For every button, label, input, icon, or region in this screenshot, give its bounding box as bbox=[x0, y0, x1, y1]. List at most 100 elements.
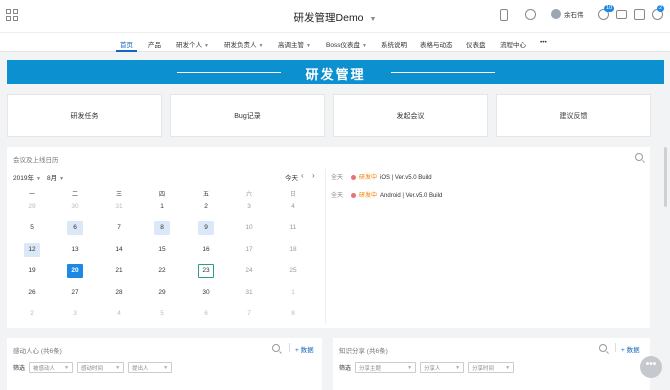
top-bar: 研发管理Demo ▼ 余石伟 10 2 bbox=[0, 0, 670, 32]
calendar-day[interactable]: 4 bbox=[285, 200, 301, 214]
calendar-day[interactable]: 16 bbox=[198, 243, 214, 257]
calendar-day[interactable]: 31 bbox=[111, 200, 127, 214]
calendar-day[interactable]: 9 bbox=[198, 221, 214, 235]
filter-select[interactable]: 分享人 ▼ bbox=[420, 362, 465, 373]
quick-feedback[interactable]: 建议反馈 bbox=[496, 94, 651, 137]
calendar-day[interactable]: 24 bbox=[241, 264, 257, 278]
calendar-day[interactable]: 31 bbox=[241, 286, 257, 300]
filter-select[interactable]: 分享时间 ▼ bbox=[468, 362, 515, 373]
page-scrollbar[interactable] bbox=[664, 147, 667, 207]
year-select[interactable]: 2019年 ▼ bbox=[13, 172, 41, 182]
calendar-day[interactable]: 8 bbox=[154, 221, 170, 235]
calendar-day[interactable]: 5 bbox=[154, 307, 170, 321]
add-data-button[interactable]: + 数据 bbox=[295, 344, 314, 354]
calendar-day[interactable]: 6 bbox=[67, 221, 83, 235]
calendar-day[interactable]: 7 bbox=[241, 307, 257, 321]
calendar-day[interactable]: 21 bbox=[111, 264, 127, 278]
chevron-down-icon: ▼ bbox=[163, 364, 169, 371]
filter-select[interactable]: 分享主题 ▼ bbox=[355, 362, 417, 373]
chevron-down-icon: ▼ bbox=[115, 364, 121, 371]
nav-system-notes[interactable]: 系统说明 bbox=[381, 39, 407, 49]
calendar-day[interactable]: 11 bbox=[285, 221, 301, 235]
nav-dashboard[interactable]: 仪表盘 bbox=[466, 39, 486, 49]
calendar-day[interactable]: 2 bbox=[24, 307, 40, 321]
mail-icon[interactable] bbox=[616, 10, 627, 19]
filter-select[interactable]: 感动时间 ▼ bbox=[77, 362, 125, 373]
calendar-day[interactable]: 10 bbox=[241, 221, 257, 235]
search-icon[interactable] bbox=[635, 153, 643, 161]
calendar-day[interactable]: 22 bbox=[154, 264, 170, 278]
calendar-day[interactable]: 8 bbox=[285, 307, 301, 321]
nav-home[interactable]: 首页 bbox=[116, 39, 137, 52]
calendar-day[interactable]: 3 bbox=[67, 307, 83, 321]
calendar-day[interactable]: 25 bbox=[285, 264, 301, 278]
nav-dev-personal[interactable]: 研发个人 ▼ bbox=[176, 39, 209, 49]
calendar-day[interactable]: 19 bbox=[24, 264, 40, 278]
search-icon[interactable] bbox=[272, 344, 280, 352]
calendar-day[interactable]: 1 bbox=[154, 200, 170, 214]
month-select[interactable]: 8月 ▼ bbox=[47, 172, 64, 182]
calendar-day[interactable]: 30 bbox=[198, 286, 214, 300]
calendar-day[interactable]: 28 bbox=[111, 286, 127, 300]
calendar-day[interactable]: 4 bbox=[111, 307, 127, 321]
calendar-day[interactable]: 23 bbox=[198, 264, 214, 278]
calendar-day[interactable]: 5 bbox=[24, 221, 40, 235]
calendar-day[interactable]: 2 bbox=[198, 200, 214, 214]
calendar-divider bbox=[325, 169, 326, 324]
calendar-day[interactable]: 13 bbox=[67, 243, 83, 257]
nav-more[interactable]: ••• bbox=[540, 39, 547, 46]
filter-select[interactable]: 被感动人 ▼ bbox=[29, 362, 74, 373]
app-title-text: 研发管理Demo bbox=[293, 12, 364, 24]
nav-senior-manager[interactable]: 高调主管 ▼ bbox=[278, 39, 311, 49]
filter-select[interactable]: 提出人 ▼ bbox=[128, 362, 173, 373]
avatar bbox=[551, 9, 561, 19]
clock-icon[interactable] bbox=[525, 9, 536, 20]
calendar-day[interactable]: 29 bbox=[154, 286, 170, 300]
calendar-day[interactable]: 6 bbox=[198, 307, 214, 321]
nav-product[interactable]: 产品 bbox=[148, 39, 161, 49]
filter-label: 筛选 bbox=[13, 366, 26, 372]
quick-dev-task[interactable]: 研发任务 bbox=[7, 94, 162, 137]
calendar-day[interactable]: 12 bbox=[24, 243, 40, 257]
banner-line-right bbox=[391, 71, 495, 73]
more-actions-button[interactable]: ••• bbox=[640, 356, 662, 378]
calendar-day[interactable]: 29 bbox=[24, 200, 40, 214]
filter-row: 筛选 被感动人 ▼ 感动时间 ▼ 提出人 ▼ bbox=[13, 362, 176, 373]
nav-dev-lead[interactable]: 研发负责人 ▼ bbox=[224, 39, 263, 49]
calendar-day[interactable]: 17 bbox=[241, 243, 257, 257]
calendar-day[interactable]: 7 bbox=[111, 221, 127, 235]
next-month-icon[interactable]: › bbox=[312, 171, 315, 180]
chevron-down-icon: ▼ bbox=[361, 43, 367, 49]
calendar-day[interactable]: 14 bbox=[111, 243, 127, 257]
user-menu[interactable]: 余石伟 bbox=[551, 9, 584, 19]
nav-boss-dashboard[interactable]: Boss仪表盘 ▼ bbox=[326, 39, 367, 49]
quick-start-meeting[interactable]: 发起会议 bbox=[333, 94, 488, 137]
chevron-down-icon: ▼ bbox=[59, 176, 65, 182]
quick-bug-record[interactable]: Bug记录 bbox=[170, 94, 325, 137]
separator bbox=[615, 343, 616, 352]
chevron-down-icon: ▼ bbox=[35, 176, 41, 182]
search-icon[interactable] bbox=[599, 344, 607, 352]
banner-title: 研发管理 bbox=[305, 67, 366, 82]
calendar-day[interactable]: 26 bbox=[24, 286, 40, 300]
calendar-day[interactable]: 27 bbox=[67, 286, 83, 300]
calendar-day[interactable]: 30 bbox=[67, 200, 83, 214]
prev-month-icon[interactable]: ‹ bbox=[301, 171, 304, 180]
add-data-button[interactable]: + 数据 bbox=[621, 344, 640, 354]
mobile-icon[interactable] bbox=[500, 9, 508, 21]
calendar-day[interactable]: 3 bbox=[241, 200, 257, 214]
calendar-day[interactable]: 20 bbox=[67, 264, 83, 278]
event-item[interactable]: 全天 研发中 iOS | Ver.v5.0 Build bbox=[331, 172, 432, 181]
bell-icon[interactable] bbox=[634, 9, 645, 20]
knowledge-panel: 知识分享 (共6条) + 数据 筛选 分享主题 ▼ 分享人 ▼ 分享时间 ▼ bbox=[333, 338, 650, 390]
nav-tables-activity[interactable]: 表格与动态 bbox=[420, 39, 453, 49]
message-badge: 2 bbox=[657, 5, 665, 12]
today-button[interactable]: 今天 bbox=[285, 172, 298, 182]
filter-label: 筛选 bbox=[339, 366, 352, 372]
calendar-day[interactable]: 1 bbox=[285, 286, 301, 300]
nav-process-center[interactable]: 流程中心 bbox=[500, 39, 526, 49]
calendar-day[interactable]: 18 bbox=[285, 243, 301, 257]
weekday-label: 六 bbox=[245, 192, 252, 198]
event-item[interactable]: 全天 研发中 Android | Ver.v5.0 Build bbox=[331, 190, 442, 199]
calendar-day[interactable]: 15 bbox=[154, 243, 170, 257]
